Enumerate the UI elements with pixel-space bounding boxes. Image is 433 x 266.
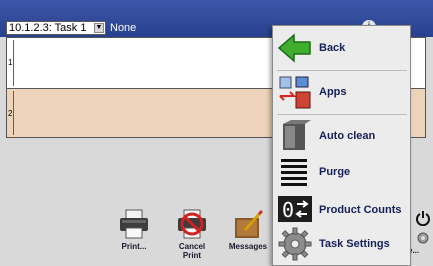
print-label: Print... — [121, 242, 147, 251]
line-cursor — [13, 40, 14, 86]
menu-item-purge[interactable]: Purge — [277, 152, 407, 192]
power-icon — [416, 211, 430, 227]
menu-label-auto-clean: Auto clean — [319, 130, 376, 142]
back-arrow-icon — [277, 33, 311, 63]
cancel-label: Cancel — [178, 242, 206, 251]
gear-icon — [278, 227, 312, 261]
chevron-down-icon[interactable]: ▼ — [94, 23, 104, 33]
messages-icon — [235, 209, 264, 238]
messages-label: Messages — [228, 242, 268, 251]
printer-icon — [120, 209, 148, 239]
cancel-print-icon — [178, 209, 206, 239]
purge-icon — [281, 159, 307, 186]
menu-item-task-settings[interactable]: Task Settings — [277, 224, 407, 264]
menu-label-product-counts: Product Counts — [319, 204, 402, 216]
task-selector-dropdown[interactable]: 10.1.2.3: Task 1 ▼ — [6, 21, 106, 35]
menu-divider — [277, 114, 407, 115]
settings-small-icon — [417, 232, 429, 244]
menu-divider — [277, 70, 407, 71]
menu-item-apps[interactable]: Apps — [277, 72, 407, 112]
line-number: 2 — [8, 109, 13, 118]
task-selector-value: 10.1.2.3: Task 1 — [9, 22, 87, 34]
menu-label-back: Back — [319, 42, 346, 54]
line-number: 1 — [8, 58, 13, 67]
svg-text:0: 0 — [282, 198, 294, 222]
menu-label-task-settings: Task Settings — [319, 238, 390, 250]
print-label-2: Print — [182, 251, 202, 260]
apps-icon — [279, 76, 311, 109]
line-cursor — [13, 91, 14, 135]
context-menu: Back Apps Auto clean Purge 0 Product Cou… — [272, 25, 411, 266]
messages-button[interactable]: Messages — [224, 208, 272, 251]
menu-item-auto-clean[interactable]: Auto clean — [277, 116, 407, 156]
menu-label-apps: Apps — [319, 86, 347, 98]
menu-label-purge: Purge — [319, 166, 351, 178]
menu-item-back[interactable]: Back — [277, 28, 407, 68]
product-counts-icon: 0 — [278, 196, 312, 222]
cancel-print-button[interactable]: Cancel Print — [168, 208, 216, 260]
auto-clean-icon — [283, 120, 311, 150]
power-button[interactable] — [414, 210, 432, 250]
print-button[interactable]: Print... — [110, 208, 158, 251]
